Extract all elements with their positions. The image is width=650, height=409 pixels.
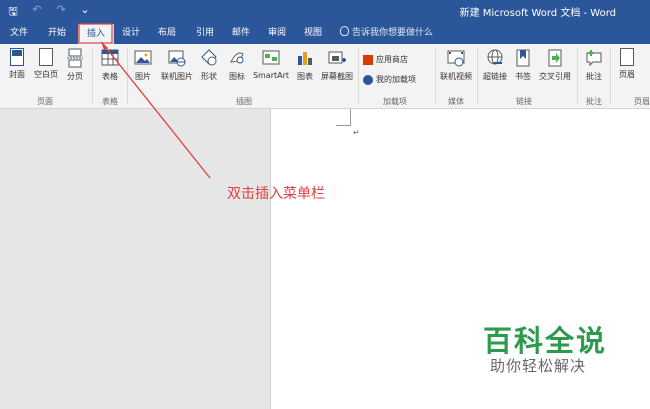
watermark-subtitle: 助你轻松解决 — [490, 357, 587, 375]
paragraph-mark: ↵ — [353, 128, 360, 137]
tell-me-text: 告诉我你想要做什么 — [352, 28, 434, 38]
quick-access-toolbar: 🖫 ↶ ↷ ⌄ — [6, 3, 92, 22]
store-button[interactable]: 应用商店 — [363, 54, 408, 65]
tab-view[interactable]: 视图 — [298, 22, 328, 44]
tell-me-search[interactable]: 告诉我你想要做什么 — [340, 22, 433, 44]
separator — [577, 48, 578, 104]
separator — [610, 48, 611, 104]
smartart-button[interactable]: SmartArt — [252, 48, 290, 80]
screenshot-icon — [328, 48, 346, 68]
cross-reference-button[interactable]: 交叉引用 — [537, 48, 573, 82]
tab-file[interactable]: 文件 — [4, 22, 34, 44]
group-illustrations-label: 插图 — [236, 97, 252, 106]
cover-page-icon — [10, 48, 24, 66]
online-video-button[interactable]: 联机视频 — [438, 48, 474, 82]
separator — [477, 48, 478, 104]
online-video-icon — [447, 48, 465, 68]
hyperlink-button[interactable]: 超链接 — [481, 48, 509, 82]
ribbon-tabs: 文件 开始 插入 设计 布局 引用 邮件 审阅 视图 告诉我你想要做什么 — [0, 22, 650, 44]
table-button[interactable]: 表格 — [97, 48, 123, 82]
blank-page-icon — [39, 48, 53, 66]
tab-review[interactable]: 审阅 — [262, 22, 292, 44]
group-links-label: 链接 — [516, 97, 532, 106]
cover-page-button[interactable]: 封面 — [4, 48, 30, 80]
customize-qat-icon[interactable]: ⌄ — [78, 3, 92, 22]
header-icon — [620, 48, 634, 66]
icons-icon — [228, 48, 246, 68]
group-tables-label: 表格 — [102, 97, 118, 106]
tab-home[interactable]: 开始 — [40, 22, 74, 44]
smartart-icon — [262, 48, 280, 68]
title-bar: 🖫 ↶ ↷ ⌄ 新建 Microsoft Word 文档 - Word — [0, 0, 650, 22]
group-comments-label: 批注 — [586, 97, 602, 106]
comment-button[interactable]: 批注 — [582, 48, 606, 82]
page-break-button[interactable]: 分页 — [62, 48, 88, 82]
blank-page-button[interactable]: 空白页 — [32, 48, 60, 80]
tab-layout[interactable]: 布局 — [152, 22, 182, 44]
tab-mailings[interactable]: 邮件 — [226, 22, 256, 44]
workspace-background — [0, 109, 270, 409]
tab-references[interactable]: 引用 — [190, 22, 220, 44]
redo-icon[interactable]: ↷ — [54, 3, 68, 22]
group-pages-label: 页面 — [37, 97, 53, 106]
separator — [127, 48, 128, 104]
annotation-text: 双击插入菜单栏 — [227, 186, 325, 202]
margin-corner-mark — [336, 109, 351, 126]
hyperlink-icon — [486, 48, 504, 68]
online-picture-icon — [168, 48, 186, 68]
tab-insert[interactable]: 插入 — [78, 24, 114, 44]
document-page[interactable] — [270, 109, 650, 409]
separator — [358, 48, 359, 104]
shapes-icon — [200, 48, 218, 68]
ribbon-insert: 封面 空白页 分页 页面 表格 表格 图片 联机图片 形状 图标 SmartAr… — [0, 44, 650, 109]
store-icon — [363, 54, 373, 65]
picture-icon — [134, 48, 152, 68]
comment-icon — [585, 48, 603, 68]
group-header-label: 页眉 — [634, 97, 650, 106]
table-icon — [101, 48, 119, 68]
online-picture-button[interactable]: 联机图片 — [158, 48, 196, 82]
tab-design[interactable]: 设计 — [116, 22, 146, 44]
group-media-label: 媒体 — [448, 97, 464, 106]
group-addins-label: 加载项 — [383, 97, 407, 106]
watermark-title: 百科全说 — [483, 324, 608, 358]
chart-icon — [296, 48, 314, 68]
my-addins-icon — [363, 74, 373, 85]
bookmark-icon — [514, 48, 532, 68]
icons-button[interactable]: 图标 — [226, 48, 248, 82]
header-button[interactable]: 页眉 — [616, 48, 638, 80]
page-break-icon — [66, 48, 84, 68]
screenshot-button[interactable]: 屏幕截图 — [319, 48, 355, 82]
picture-button[interactable]: 图片 — [132, 48, 154, 82]
chart-button[interactable]: 图表 — [294, 48, 316, 82]
window-title: 新建 Microsoft Word 文档 - Word — [459, 8, 616, 19]
save-icon[interactable]: 🖫 — [6, 3, 20, 22]
separator — [435, 48, 436, 104]
my-addins-button[interactable]: 我的加载项 — [363, 74, 416, 85]
separator — [92, 48, 93, 104]
cross-reference-icon — [546, 48, 564, 68]
undo-icon[interactable]: ↶ — [30, 3, 44, 22]
lightbulb-icon — [340, 26, 349, 36]
shapes-button[interactable]: 形状 — [198, 48, 220, 82]
bookmark-button[interactable]: 书签 — [512, 48, 534, 82]
